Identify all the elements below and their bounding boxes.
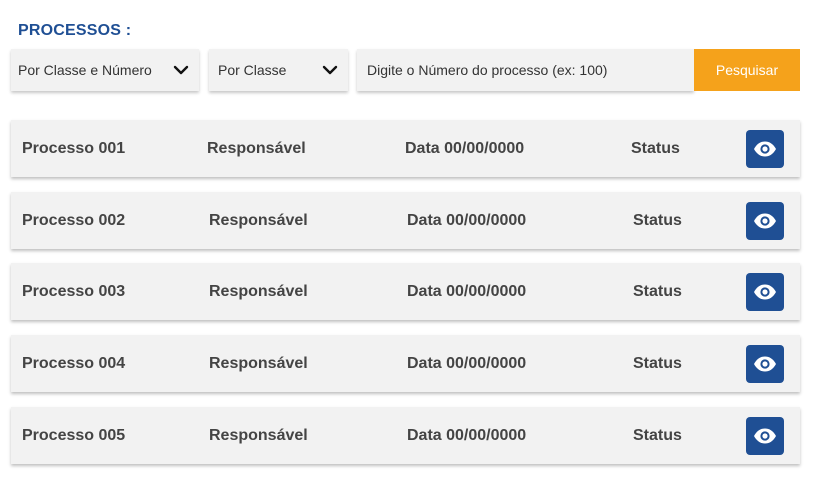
eye-icon [754, 141, 776, 156]
filter-select-class-number[interactable]: Por Classe e Número [11, 49, 199, 91]
process-row: Processo 005 Responsável Data 00/00/0000… [11, 407, 800, 464]
view-process-button[interactable] [746, 201, 784, 240]
eye-icon [754, 356, 776, 371]
view-process-button[interactable] [746, 129, 784, 168]
process-date: Data 00/00/0000 [407, 426, 527, 444]
process-row: Processo 002 Responsável Data 00/00/0000… [11, 192, 800, 249]
view-process-button[interactable] [746, 272, 784, 311]
process-date: Data 00/00/0000 [407, 282, 527, 300]
process-responsible: Responsável [209, 354, 308, 372]
chevron-down-icon [173, 65, 189, 75]
process-row: Processo 003 Responsável Data 00/00/0000… [11, 263, 800, 320]
process-name: Processo 005 [22, 426, 126, 444]
process-name: Processo 003 [22, 282, 126, 300]
process-responsible: Responsável [207, 139, 306, 157]
process-status: Status [633, 282, 682, 300]
eye-icon [754, 213, 776, 228]
filter-select-class[interactable]: Por Classe [209, 49, 348, 91]
view-process-button[interactable] [746, 416, 784, 455]
search-button[interactable]: Pesquisar [694, 49, 800, 91]
process-status: Status [633, 426, 682, 444]
process-name: Processo 001 [22, 139, 126, 157]
process-name: Processo 004 [22, 354, 126, 372]
process-date: Data 00/00/0000 [405, 139, 525, 157]
process-responsible: Responsável [209, 211, 308, 229]
chevron-down-icon [322, 65, 338, 75]
filter-select-class-value: Por Classe [218, 62, 287, 78]
filter-select-class-number-value: Por Classe e Número [18, 62, 152, 78]
eye-icon [754, 284, 776, 299]
process-row: Processo 004 Responsável Data 00/00/0000… [11, 335, 800, 392]
process-date: Data 00/00/0000 [407, 354, 527, 372]
process-responsible: Responsável [209, 282, 308, 300]
process-status: Status [631, 139, 680, 157]
search-input[interactable] [357, 49, 694, 91]
process-responsible: Responsável [209, 426, 308, 444]
process-date: Data 00/00/0000 [407, 211, 527, 229]
eye-icon [754, 428, 776, 443]
view-process-button[interactable] [746, 344, 784, 383]
page-title: PROCESSOS : [18, 22, 132, 39]
process-status: Status [633, 354, 682, 372]
process-list-page: PROCESSOS : Por Classe e Número Por Clas… [0, 0, 815, 480]
process-status: Status [633, 211, 682, 229]
process-row: Processo 001 Responsável Data 00/00/0000… [11, 120, 800, 177]
process-name: Processo 002 [22, 211, 126, 229]
